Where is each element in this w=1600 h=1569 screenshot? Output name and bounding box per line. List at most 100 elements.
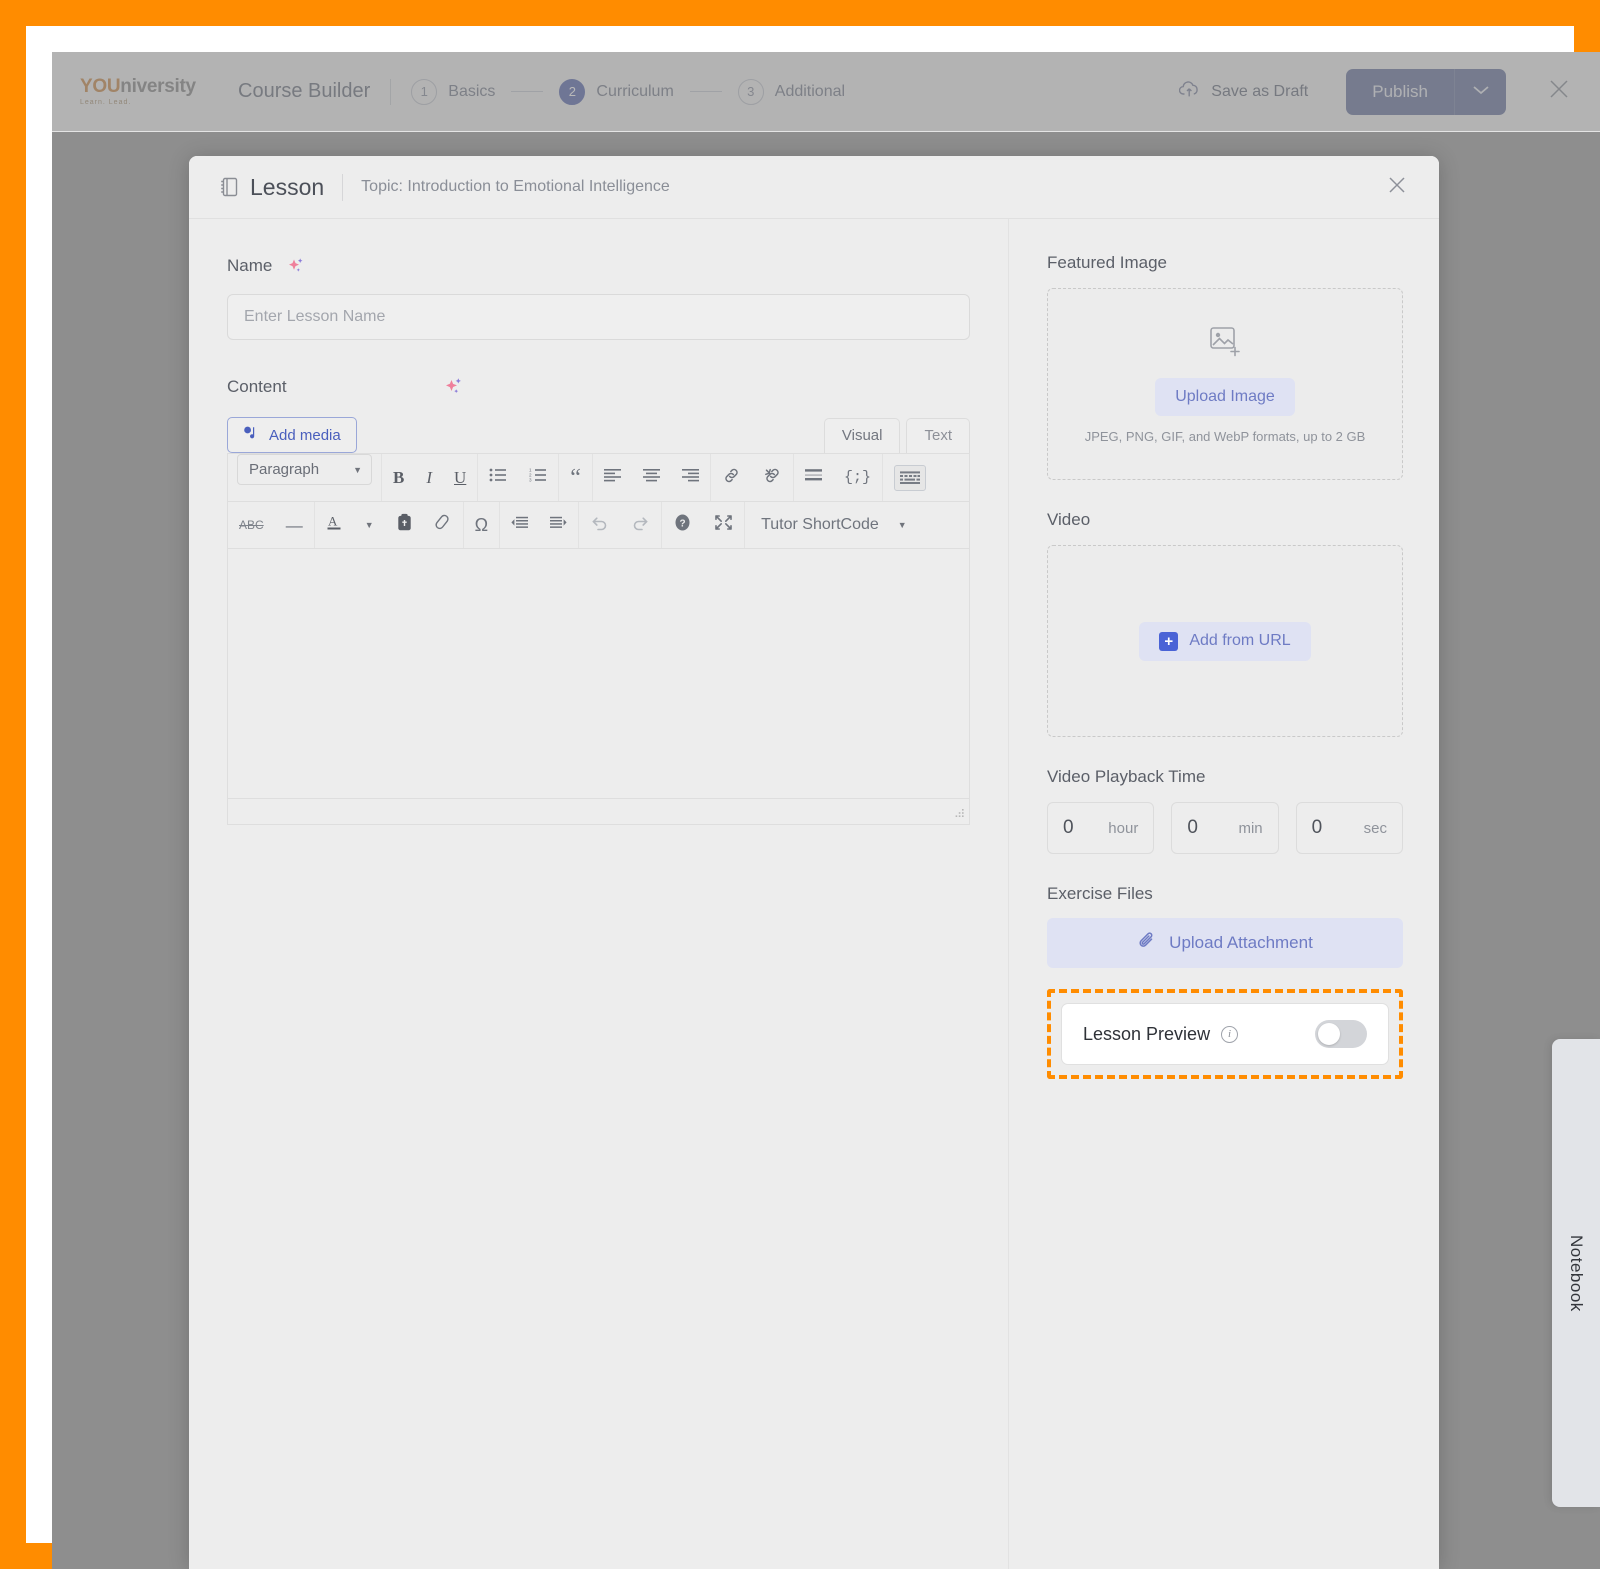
quote-group: “	[559, 454, 593, 501]
video-dropzone[interactable]: + Add from URL	[1047, 545, 1403, 737]
clear-formatting-button[interactable]	[424, 502, 463, 548]
close-builder-button[interactable]	[1544, 77, 1574, 107]
align-right-button[interactable]	[671, 454, 710, 501]
playback-sec-value: 0	[1311, 817, 1323, 838]
special-char-group: Ω	[464, 502, 501, 548]
help-group: ?	[662, 502, 746, 548]
featured-image-hint: JPEG, PNG, GIF, and WebP formats, up to …	[1084, 428, 1366, 444]
name-label: Name	[227, 256, 273, 275]
omega-icon: Ω	[474, 515, 489, 535]
caret-down-icon: ▼	[897, 520, 907, 530]
close-icon	[1385, 173, 1409, 202]
lesson-preview-toggle[interactable]	[1315, 1020, 1367, 1048]
step-additional[interactable]: 3 Additional	[737, 78, 846, 105]
playback-min-value: 0	[1187, 817, 1198, 838]
save-as-draft-button[interactable]: Save as Draft	[1159, 68, 1328, 115]
keyboard-icon	[893, 464, 926, 491]
lesson-preview-row[interactable]: Lesson Preview i	[1061, 1003, 1389, 1065]
increase-indent-button[interactable]	[539, 502, 578, 548]
code-snippet-button[interactable]: {;}	[833, 454, 882, 501]
lesson-topic-text: Topic: Introduction to Emotional Intelli…	[361, 178, 670, 195]
lesson-name-input[interactable]	[227, 294, 970, 340]
bold-button[interactable]: B	[382, 454, 415, 501]
editor-resize-handle[interactable]	[954, 809, 965, 820]
publish-button[interactable]: Publish	[1346, 69, 1454, 115]
strikethrough-button[interactable]: ABC	[228, 502, 275, 548]
keyboard-shortcuts-button[interactable]: ?	[662, 502, 703, 548]
playback-sec-field[interactable]: 0 sec	[1295, 802, 1403, 854]
editor-content-area[interactable]	[227, 549, 970, 799]
lesson-modal-close-button[interactable]	[1381, 171, 1413, 203]
misc-format-group: ABC —	[228, 502, 315, 548]
history-group	[579, 502, 663, 548]
special-character-button[interactable]: Ω	[464, 502, 499, 548]
video-label: Video	[1047, 510, 1091, 529]
read-more-button[interactable]	[794, 454, 833, 501]
ai-sparkle-icon[interactable]	[442, 375, 466, 399]
playback-min-unit: min	[1238, 819, 1263, 837]
code-snippet-icon: {;}	[843, 469, 871, 486]
add-from-url-button[interactable]: + Add from URL	[1139, 621, 1311, 661]
editor-topbar: Add media Visual Text	[227, 413, 970, 453]
editor-toolbar-row-1: Paragraph ▼ B I U 1 2 3 “ {;}	[227, 453, 970, 501]
playback-min-field[interactable]: 0 min	[1171, 802, 1279, 854]
video-playback-time-label: Video Playback Time	[1047, 767, 1206, 786]
step-2-label: Curriculum	[596, 82, 674, 100]
info-icon[interactable]: i	[1221, 1025, 1239, 1043]
upload-attachment-button[interactable]: Upload Attachment	[1047, 918, 1403, 968]
step-3-label: Additional	[774, 82, 846, 100]
tutor-shortcode-dropdown[interactable]: Tutor ShortCode ▼	[745, 516, 923, 534]
text-color-button[interactable]: A	[315, 502, 354, 548]
featured-image-dropzone[interactable]: Upload Image JPEG, PNG, GIF, and WebP fo…	[1047, 288, 1403, 480]
toolbar-toggle-button[interactable]	[883, 454, 937, 501]
list-group: 1 2 3	[478, 454, 560, 501]
ai-sparkle-icon[interactable]	[285, 255, 307, 277]
align-left-icon	[603, 468, 621, 487]
step-curriculum[interactable]: 2 Curriculum	[559, 78, 674, 105]
logo-you-text: YOU	[80, 76, 121, 97]
course-builder-title: Course Builder	[238, 80, 371, 102]
undo-button[interactable]	[579, 502, 620, 548]
numbered-list-icon: 1 2 3	[529, 467, 547, 488]
blockquote-icon: “	[570, 464, 581, 491]
text-color-icon: A	[326, 513, 343, 537]
notebook-tab-label: Notebook	[1567, 1234, 1586, 1312]
paragraph-format-select[interactable]: Paragraph ▼	[237, 454, 372, 485]
remove-link-button[interactable]	[752, 454, 793, 501]
decrease-indent-button[interactable]	[500, 502, 539, 548]
indent-group	[500, 502, 580, 548]
publish-dropdown-button[interactable]	[1454, 68, 1506, 115]
step-connector-2	[689, 91, 722, 92]
underline-button[interactable]: U	[443, 454, 477, 501]
playback-hour-field[interactable]: 0 hour	[1047, 802, 1155, 854]
cloud-upload-icon	[1179, 80, 1201, 103]
add-media-label: Add media	[269, 426, 341, 444]
logo-tagline: Learn. Lead.	[80, 99, 132, 106]
modal-header-divider	[342, 173, 344, 201]
add-media-button[interactable]: Add media	[227, 417, 357, 453]
bulleted-list-button[interactable]	[478, 454, 518, 501]
align-left-button[interactable]	[593, 454, 632, 501]
paste-as-text-button[interactable]	[385, 502, 424, 548]
blockquote-button[interactable]: “	[559, 454, 592, 501]
topbar-actions: Save as Draft Publish	[1159, 68, 1600, 115]
redo-button[interactable]	[620, 502, 661, 548]
insert-link-icon	[722, 467, 741, 489]
insert-link-button[interactable]	[711, 454, 752, 501]
lesson-modal-title: Lesson	[250, 173, 325, 200]
upload-image-button[interactable]: Upload Image	[1155, 377, 1295, 416]
notebook-side-tab[interactable]: Notebook	[1552, 1039, 1600, 1507]
align-center-button[interactable]	[632, 454, 671, 501]
italic-button[interactable]: I	[415, 454, 443, 501]
text-color-dropdown[interactable]: ▼	[354, 502, 385, 548]
add-image-icon	[1207, 325, 1243, 364]
app-logo[interactable]: YOUniversity Learn. Lead.	[80, 76, 196, 106]
annotation-frame: YOUniversity Learn. Lead. Course Builder…	[0, 0, 1600, 1569]
content-editor: Add media Visual Text Paragraph ▼ B I U …	[227, 413, 970, 825]
step-basics[interactable]: 1 Basics	[411, 78, 495, 105]
numbered-list-button[interactable]: 1 2 3	[518, 454, 558, 501]
horizontal-rule-button[interactable]: —	[275, 502, 314, 548]
tab-text[interactable]: Text	[906, 418, 970, 453]
fullscreen-button[interactable]	[703, 502, 744, 548]
tab-visual[interactable]: Visual	[823, 418, 901, 453]
